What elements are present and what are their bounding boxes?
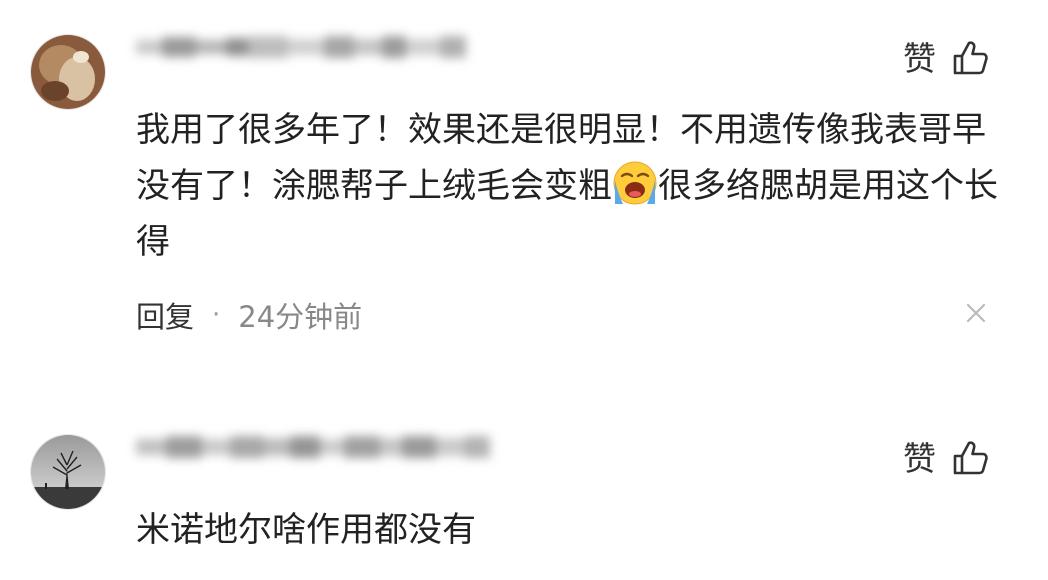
like-label[interactable]: 赞 bbox=[903, 442, 936, 475]
like-control[interactable]: 赞 bbox=[903, 440, 988, 476]
avatar[interactable] bbox=[30, 34, 106, 110]
comment-timestamp: 24分钟前 bbox=[238, 300, 363, 334]
username-blurred[interactable] bbox=[136, 436, 490, 476]
thumbs-up-icon[interactable] bbox=[952, 440, 988, 476]
username-blurred[interactable] bbox=[136, 36, 466, 76]
like-label[interactable]: 赞 bbox=[903, 42, 936, 75]
comment-text: 我用了很多年了！效果还是很明显！不用遗传像我表哥早没有了！涂腮帮子上绒毛会变粗 … bbox=[136, 102, 1006, 270]
avatar[interactable] bbox=[30, 434, 106, 510]
comment-meta: 回复 · 24分钟前 bbox=[136, 294, 362, 336]
loudly-crying-face-emoji bbox=[613, 161, 657, 205]
thumbs-up-icon[interactable] bbox=[952, 40, 988, 76]
close-icon[interactable] bbox=[964, 301, 988, 325]
meta-separator: · bbox=[212, 300, 221, 330]
reply-button[interactable]: 回复 bbox=[136, 294, 194, 336]
like-control[interactable]: 赞 bbox=[903, 40, 988, 76]
comment-item: 赞 我用了很多年了！效果还是很明显！不用遗传像我表哥早没有了！涂腮帮子上绒毛会变… bbox=[0, 0, 1048, 380]
comment-text: 米诺地尔啥作用都没有 bbox=[136, 510, 476, 550]
